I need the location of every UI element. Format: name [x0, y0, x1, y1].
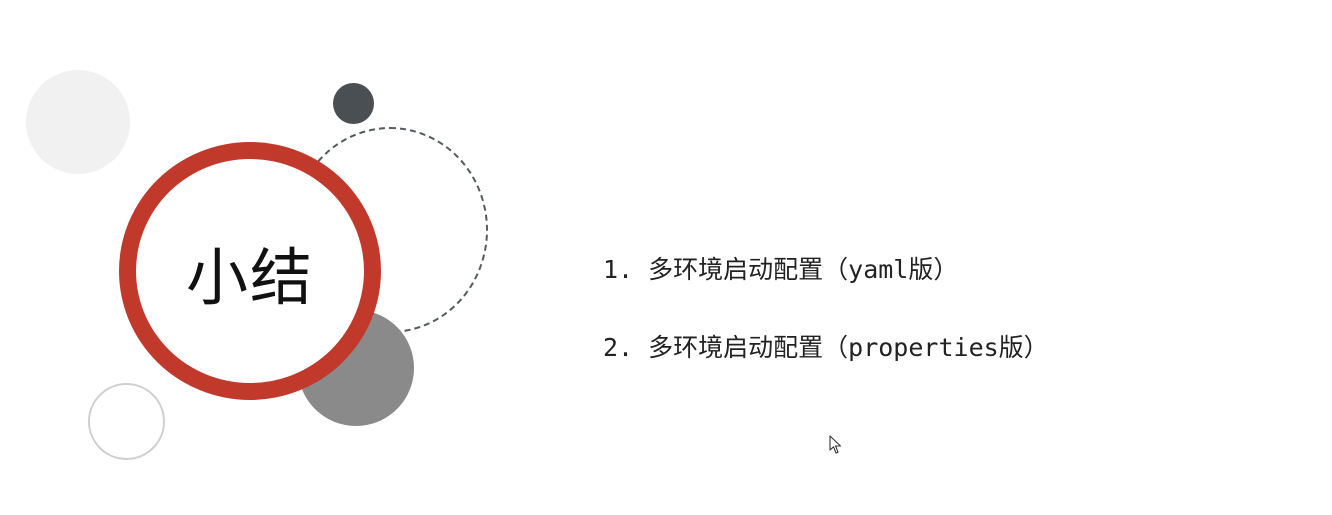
- decorative-dark-dot: [333, 83, 374, 124]
- decorative-light-circle: [26, 70, 130, 174]
- decorative-outline-circle: [88, 383, 165, 460]
- list-item: 1. 多环境启动配置（yaml版）: [603, 255, 959, 284]
- slide-title: 小结: [185, 241, 314, 314]
- mouse-pointer-icon: [829, 435, 842, 454]
- title-ring: 小结: [119, 142, 381, 400]
- summary-list: 1. 多环境启动配置（yaml版） 2. 多环境启动配置（properties版…: [603, 250, 1049, 368]
- list-item: 2. 多环境启动配置（properties版）: [603, 333, 1049, 362]
